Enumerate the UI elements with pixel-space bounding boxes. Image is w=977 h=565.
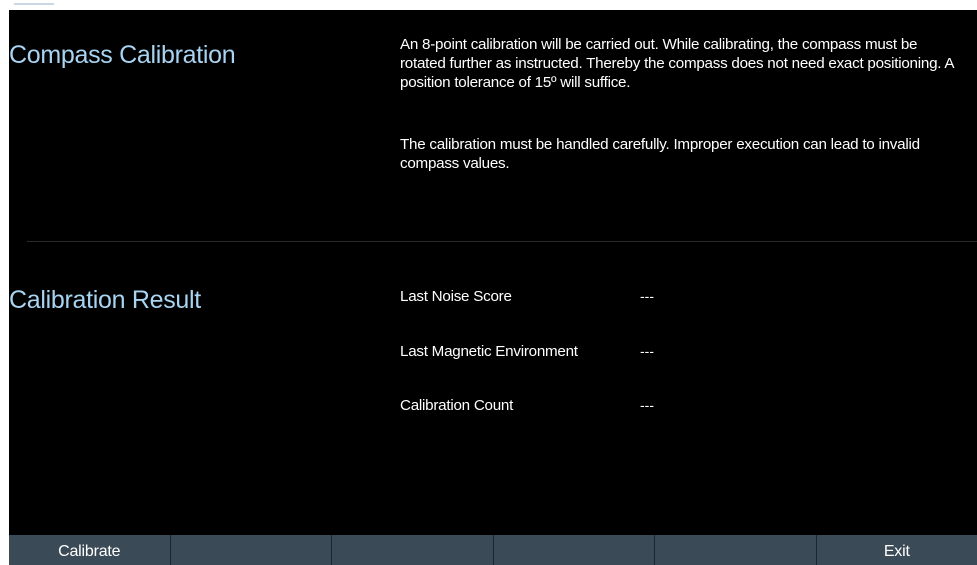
softkey-5[interactable]	[655, 535, 817, 565]
last-noise-score-label: Last Noise Score	[400, 288, 512, 305]
calibration-count-label: Calibration Count	[400, 397, 514, 414]
calibration-result-title: Calibration Result	[9, 286, 201, 314]
calibration-screen: Compass Calibration An 8-point calibrati…	[9, 10, 977, 565]
last-magnetic-environment-label: Last Magnetic Environment	[400, 343, 578, 360]
calibration-count-value: ---	[640, 397, 654, 413]
softkey-4[interactable]	[494, 535, 655, 565]
calibrate-button[interactable]: Calibrate	[9, 535, 171, 565]
last-magnetic-environment-value: ---	[640, 343, 654, 359]
last-noise-score-value: ---	[640, 288, 654, 304]
compass-calibration-title: Compass Calibration	[9, 41, 236, 69]
softkey-3[interactable]	[332, 535, 494, 565]
calibration-warning: The calibration must be handled carefull…	[400, 136, 920, 172]
section-divider	[27, 241, 977, 242]
calibration-description: An 8-point calibration will be carried o…	[400, 36, 954, 91]
exit-button[interactable]: Exit	[817, 535, 977, 565]
top-indicator	[14, 3, 54, 5]
softkey-2[interactable]	[171, 535, 332, 565]
softkey-bar: Calibrate Exit	[9, 535, 977, 565]
top-strip	[0, 0, 977, 10]
